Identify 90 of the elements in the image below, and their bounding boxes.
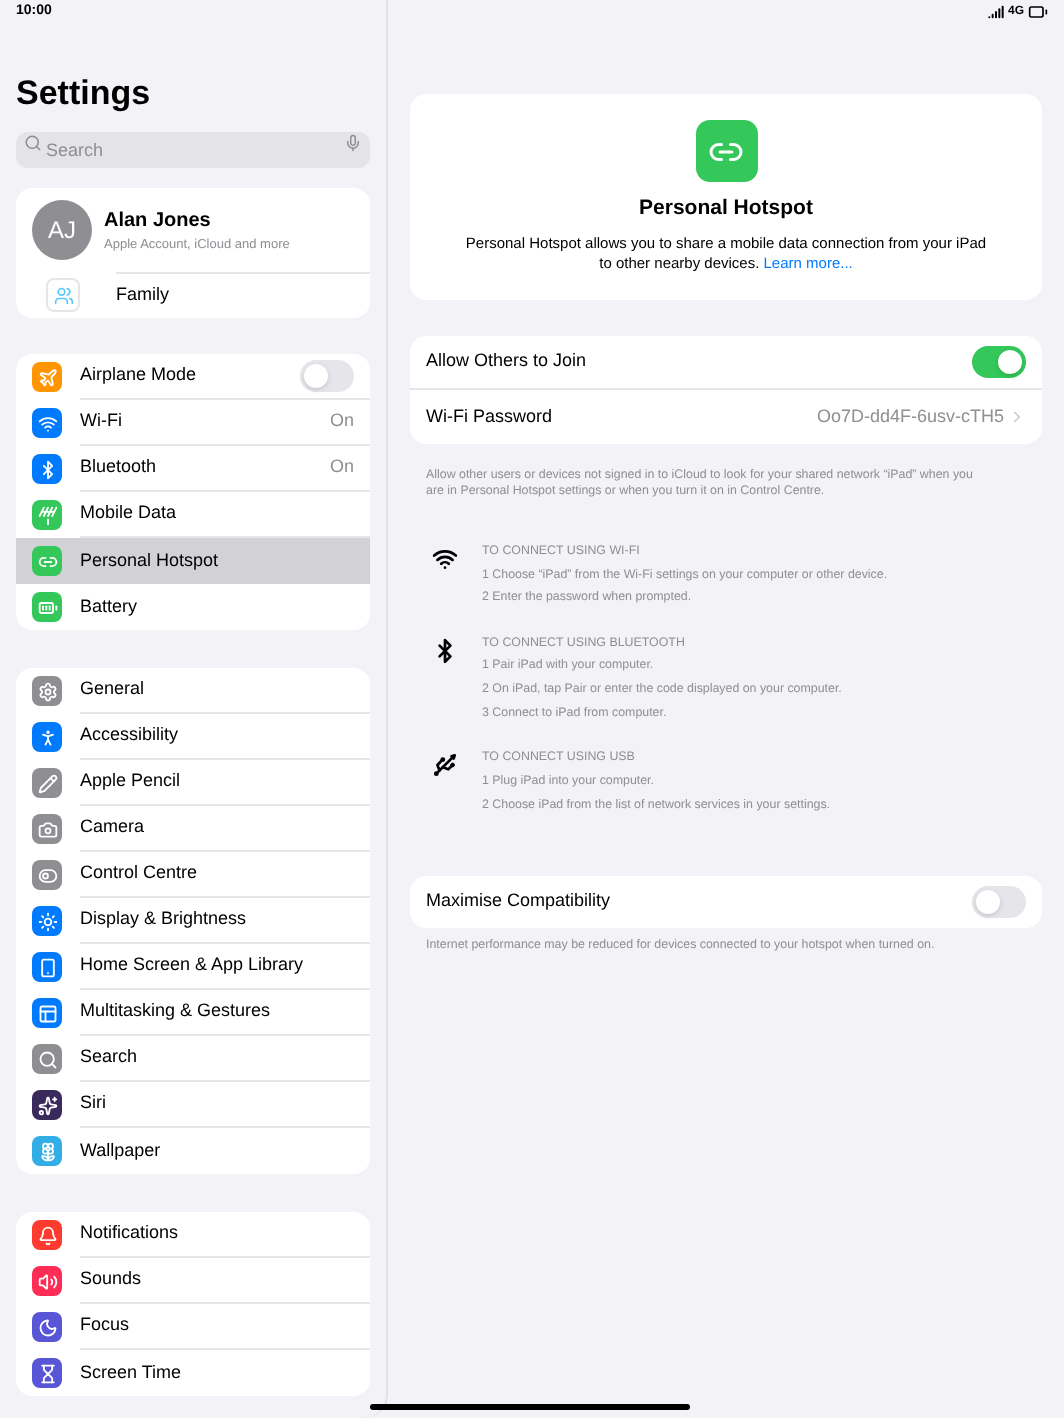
item-label: Wi-Fi [80, 408, 124, 435]
search-icon [32, 1044, 62, 1074]
sidebar-item[interactable]: Accessibility [16, 714, 370, 760]
item-label: Siri [80, 1090, 108, 1117]
toggle-switch[interactable] [972, 886, 1026, 919]
toggle-switch[interactable] [972, 345, 1026, 378]
sidebar-item[interactable]: Control Centre [16, 852, 370, 898]
bluetooth-icon [32, 454, 62, 484]
sidebar-item[interactable]: Multitasking & Gestures [16, 990, 370, 1036]
panels-icon [32, 998, 62, 1028]
item-label: Airplane Mode [80, 362, 199, 389]
compat-row[interactable]: Maximise Compatibility [410, 876, 1042, 929]
switches-icon [32, 860, 62, 890]
sidebar-item[interactable]: Bluetooth On [16, 446, 370, 492]
wifi-icon [431, 545, 457, 572]
item-label: Personal Hotspot [80, 547, 221, 574]
link-icon [32, 546, 62, 576]
sidebar-item[interactable]: Airplane Mode [16, 354, 370, 400]
setting-row[interactable]: Wi-Fi Password Oo7D-dd4F-6usv-cTH5 [410, 389, 1042, 444]
item-label: Notifications [80, 1220, 181, 1247]
toggle-switch[interactable] [300, 360, 354, 392]
search-icon [24, 133, 42, 151]
battery-icon [1028, 2, 1048, 22]
item-label: Screen Time [80, 1359, 184, 1386]
item-label: Search [80, 1044, 140, 1071]
sidebar-title: Settings [16, 76, 153, 110]
item-label: Focus [80, 1312, 132, 1339]
microphone-icon [344, 133, 362, 151]
sparkle-icon [32, 1090, 62, 1120]
search-field[interactable]: Search [16, 132, 370, 168]
wifi-icon [32, 408, 62, 438]
item-label: Battery [80, 593, 140, 620]
hourglass-icon [32, 1358, 62, 1388]
usb-icon [431, 752, 457, 779]
signal-icon [987, 4, 1004, 20]
sidebar-item[interactable]: Focus [16, 1304, 370, 1350]
antenna-icon [32, 500, 62, 530]
airplane-icon [32, 362, 62, 392]
avatar: AJ [32, 200, 92, 260]
item-label: Sounds [80, 1266, 144, 1293]
battery-icon [32, 592, 62, 622]
setting-label: Wi-Fi Password [426, 403, 555, 429]
item-label: Apple Pencil [80, 768, 183, 795]
item-label: Control Centre [80, 860, 200, 887]
flower-icon [32, 1136, 62, 1166]
item-label: General [80, 676, 147, 703]
setting-label: Maximise Compatibility [426, 888, 613, 915]
item-label: Accessibility [80, 722, 181, 749]
person-icon [32, 722, 62, 752]
sidebar-item[interactable]: Personal Hotspot [16, 538, 370, 584]
item-label: Family [116, 282, 169, 309]
row-value: On [329, 408, 354, 435]
row-value: On [329, 454, 354, 481]
item-label: Wallpaper [80, 1137, 163, 1164]
sidebar-item[interactable]: Screen Time [16, 1350, 370, 1396]
sidebar-item[interactable]: Wi-Fi On [16, 400, 370, 446]
bell-icon [32, 1220, 62, 1250]
family-icon [46, 278, 80, 312]
pencil-icon [32, 768, 62, 798]
sidebar-item[interactable]: Home Screen & App Library [16, 944, 370, 990]
phone-screen-icon [32, 952, 62, 982]
header-title: Personal Hotspot [639, 194, 813, 224]
moon-icon [32, 1312, 62, 1342]
sidebar-item[interactable]: Sounds [16, 1258, 370, 1304]
sidebar-item[interactable]: General [16, 668, 370, 714]
camera-icon [32, 814, 62, 844]
hotspot-icon [695, 120, 757, 182]
sidebar-item[interactable]: Notifications [16, 1212, 370, 1258]
sidebar-item[interactable]: Siri [16, 1082, 370, 1128]
sun-icon [32, 906, 62, 936]
item-label: Bluetooth [80, 454, 159, 481]
sidebar-item[interactable]: Search [16, 1036, 370, 1082]
sidebar-item[interactable]: Camera [16, 806, 370, 852]
sidebar-item[interactable]: Apple Pencil [16, 760, 370, 806]
item-label: Camera [80, 814, 147, 841]
sidebar-item[interactable]: Display & Brightness [16, 898, 370, 944]
setting-row[interactable]: Allow Others to Join [410, 335, 1042, 390]
item-label: Display & Brightness [80, 906, 249, 933]
setting-label: Allow Others to Join [426, 348, 589, 374]
setting-value: Oo7D-dd4F-6usv-cTH5 [816, 403, 1004, 429]
sidebar-item[interactable]: Battery [16, 584, 370, 630]
speaker-icon [32, 1266, 62, 1296]
sidebar-item[interactable]: Wallpaper [16, 1128, 370, 1174]
item-label: Mobile Data [80, 500, 179, 527]
family-row[interactable]: Family [16, 272, 370, 318]
chevron-icon [1008, 407, 1026, 426]
item-label: Multitasking & Gestures [80, 998, 273, 1025]
item-label: Home Screen & App Library [80, 952, 306, 979]
profile-name: Alan Jones [104, 207, 213, 236]
gear-icon [32, 676, 62, 706]
